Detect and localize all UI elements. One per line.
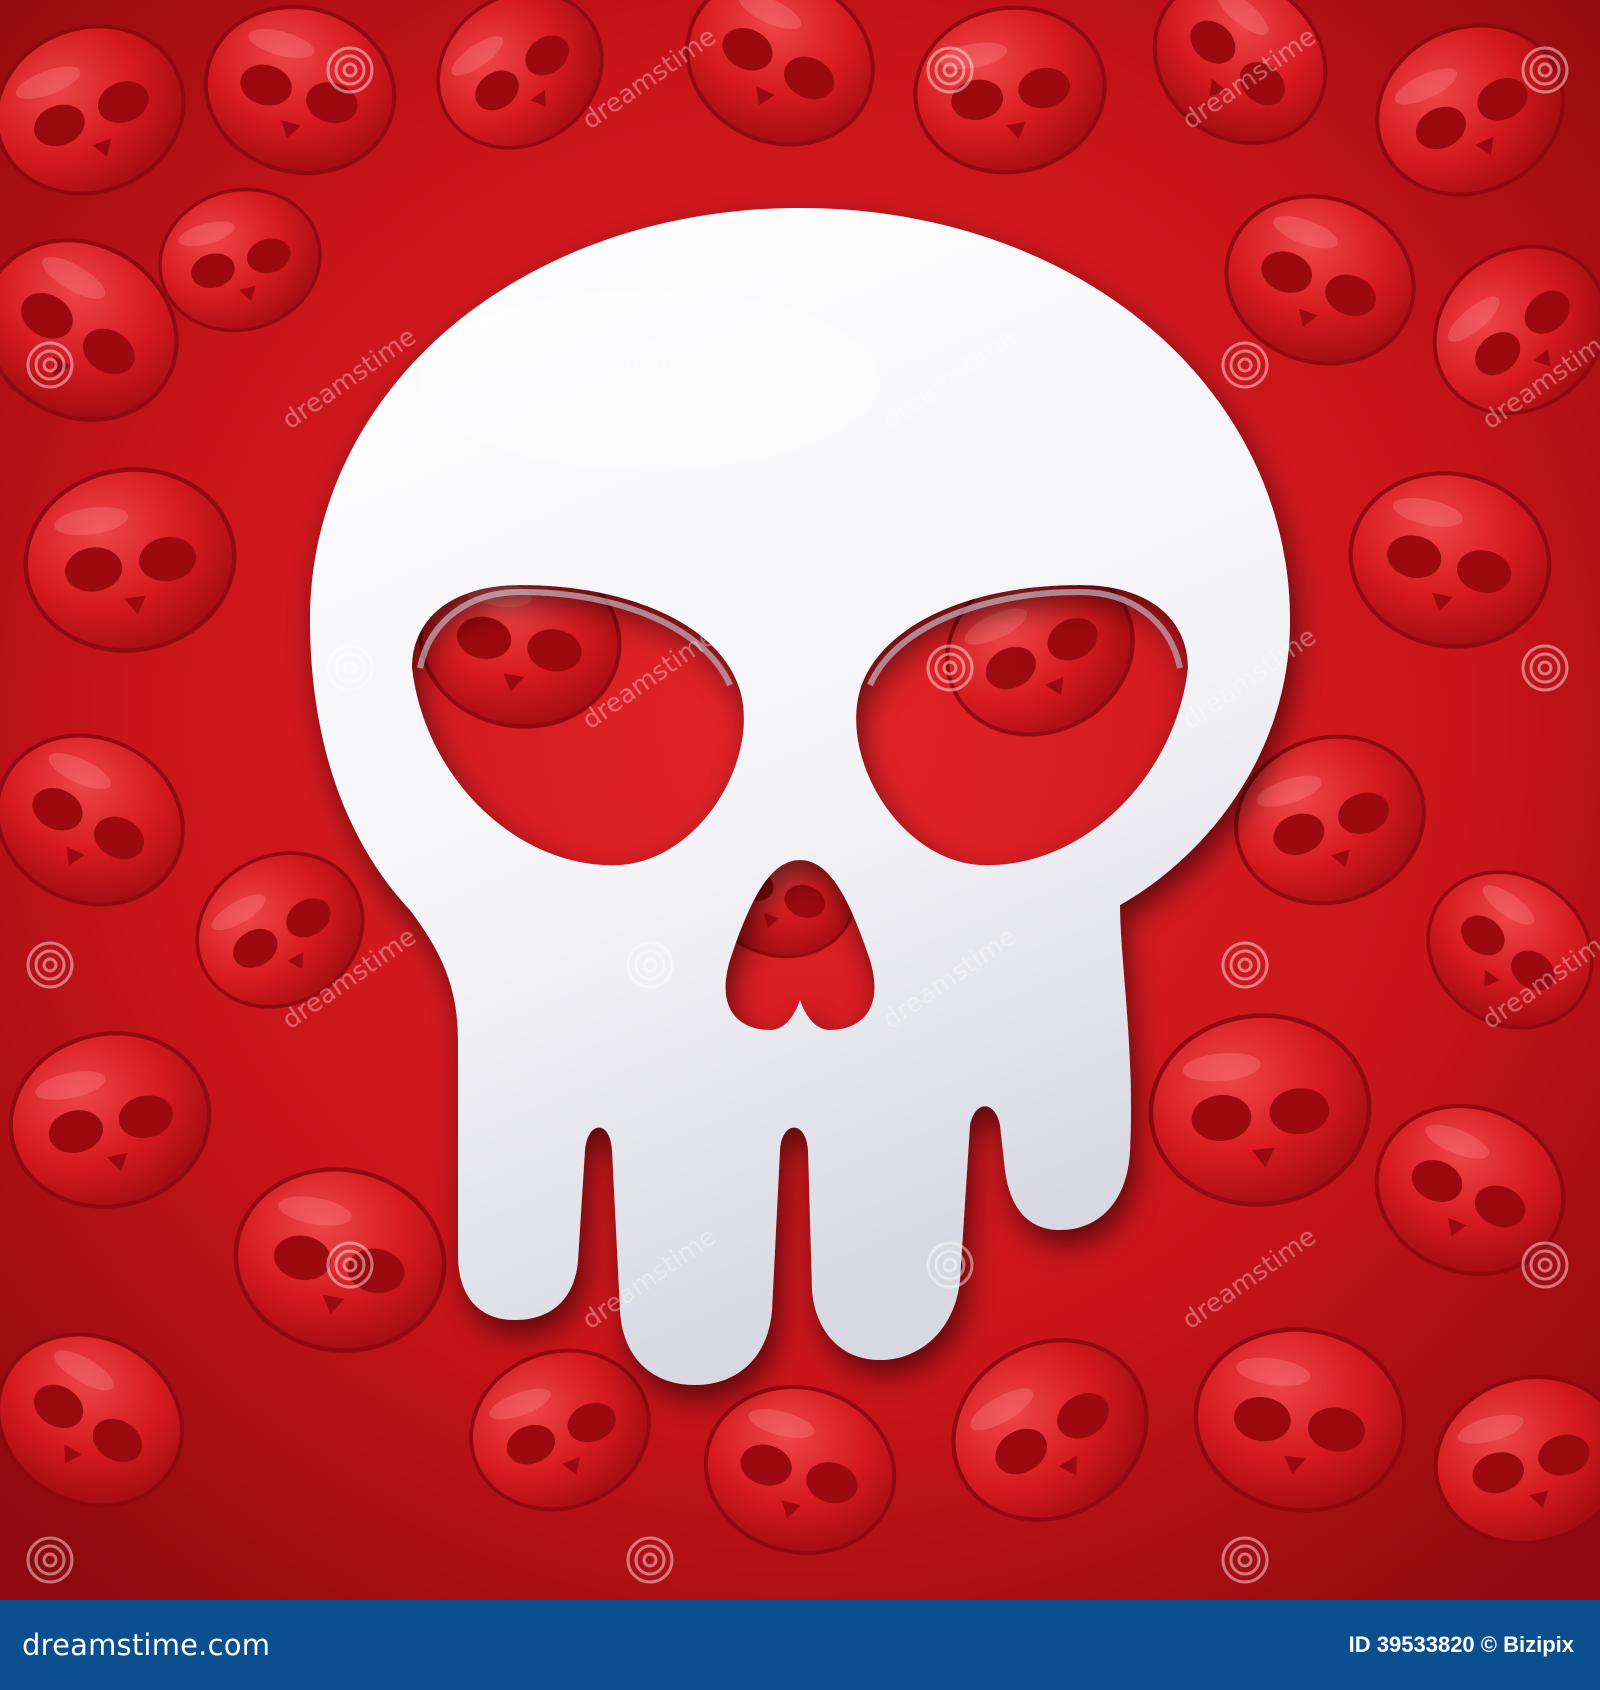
footer-bar: dreamstime.com ID 39533820 © Bizipix [0, 1600, 1600, 1690]
site-label: dreamstime.com [22, 1628, 271, 1662]
dreamstime-logo[interactable]: dreamstime.com [22, 1628, 270, 1662]
stock-photo: dreamstime dreamstime dreamstime dreamst… [0, 0, 1600, 1600]
image-credit: ID 39533820 © Bizipix [1348, 1632, 1574, 1657]
